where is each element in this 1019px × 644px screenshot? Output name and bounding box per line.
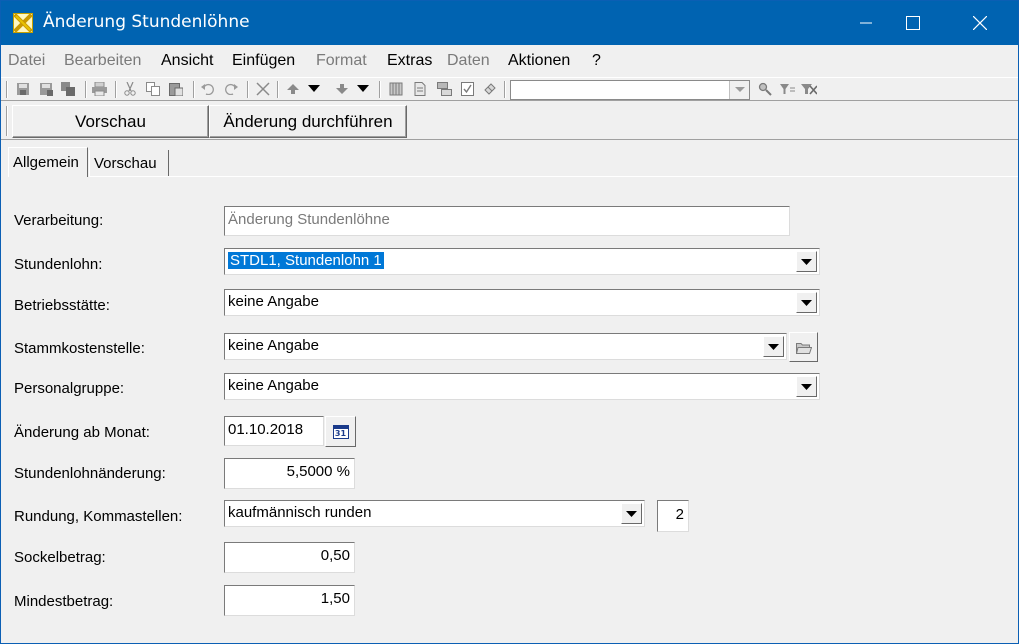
mindestbetrag-input[interactable]: 1,50 [224,585,355,616]
toolbar-separator [247,81,249,98]
paste-icon[interactable] [168,81,184,97]
chevron-down-icon[interactable] [763,336,784,357]
label-stundenlohn: Stundenlohn: [14,256,103,273]
close-button[interactable] [957,1,1003,45]
move-down-icon[interactable] [334,81,350,97]
label-betriebsstaette: Betriebsstätte: [14,297,110,314]
betriebsstaette-value: keine Angabe [228,293,319,310]
chevron-down-icon[interactable] [796,292,817,313]
rundung-select[interactable]: kaufmännisch runden [224,500,645,527]
label-stammkostenstelle: Stammkostenstelle: [14,340,145,357]
chevron-down-icon[interactable] [796,376,817,397]
delete-icon[interactable] [255,81,271,97]
stundenlohn-select[interactable]: STDL1, Stundenlohn 1 [224,248,820,275]
calendar-button[interactable]: 31 [325,416,356,447]
toolbar-grip [6,81,8,98]
personalgruppe-value: keine Angabe [228,377,319,394]
checklist-icon[interactable] [459,81,475,97]
label-mindestbetrag: Mindestbetrag: [14,593,114,610]
personalgruppe-select[interactable]: keine Angabe [224,373,820,400]
move-down-dropdown-icon[interactable] [355,81,371,97]
toolbar-separator [85,81,87,98]
label-aenderung-ab-monat: Änderung ab Monat: [14,424,150,441]
close-icon [973,16,987,30]
toolbar-separator [115,81,117,98]
filter-icon[interactable] [780,81,796,97]
app-x-icon [13,13,33,33]
stammkostenstelle-value: keine Angabe [228,337,319,354]
toolbar-separator [277,81,279,98]
menu-datei[interactable]: Datei [8,52,45,70]
calendar-icon-day: 31 [334,428,347,438]
minimize-button[interactable] [843,1,889,45]
undo-icon[interactable] [200,81,216,97]
tab-divider [89,176,1018,177]
toolbar-separator [504,81,506,98]
move-up-dropdown-icon[interactable] [306,81,322,97]
merge-icon[interactable] [436,81,452,97]
action-bar-grip [6,106,8,136]
label-sockelbetrag: Sockelbetrag: [14,549,106,566]
document-icon[interactable] [412,81,428,97]
calendar-icon: 31 [332,424,349,439]
clear-icon[interactable] [482,81,498,97]
save-all-icon[interactable] [60,81,76,97]
maximize-icon [906,16,920,30]
menu-aktionen[interactable]: Aktionen [508,52,570,70]
toolbar [1,77,1018,101]
open-folder-icon [795,342,812,354]
label-verarbeitung: Verarbeitung: [14,212,104,229]
menu-ansicht[interactable]: Ansicht [161,52,213,70]
label-rundung: Rundung, Kommastellen: [14,508,183,525]
search-icon[interactable] [757,81,773,97]
application-window: Änderung Stundenlöhne Datei Bearbeiten A… [0,0,1019,644]
verarbeitung-field[interactable]: Änderung Stundenlöhne [224,206,790,236]
menu-bar: Datei Bearbeiten Ansicht Einfügen Format… [1,47,1018,75]
title-bar[interactable]: Änderung Stundenlöhne [1,1,1018,45]
label-stundenlohnaenderung: Stundenlohnänderung: [14,465,166,482]
tab-strip: Allgemein Vorschau [1,146,1018,177]
tab-vorschau[interactable]: Vorschau [89,150,169,176]
copy-icon[interactable] [145,81,161,97]
stundenlohn-selected-value: STDL1, Stundenlohn 1 [227,251,385,270]
open-folder-button[interactable] [789,332,818,362]
chevron-down-icon[interactable] [796,251,817,272]
toolbar-separator [193,81,195,98]
save-as-icon[interactable] [38,81,54,97]
menu-help[interactable]: ? [592,52,601,70]
kommastellen-input[interactable]: 2 [657,500,689,532]
toolbar-search-combo[interactable] [510,80,750,100]
menu-extras[interactable]: Extras [387,52,432,70]
menu-format[interactable]: Format [316,52,367,70]
maximize-button[interactable] [890,1,936,45]
aenderung-ab-monat-input[interactable]: 01.10.2018 [224,416,324,446]
cut-icon[interactable] [122,81,138,97]
menu-daten[interactable]: Daten [447,52,490,70]
stundenlohnaenderung-input[interactable]: 5,5000 % [224,458,355,489]
rundung-value: kaufmännisch runden [228,504,372,521]
redo-icon[interactable] [223,81,239,97]
betriebsstaette-select[interactable]: keine Angabe [224,289,820,316]
stammkostenstelle-select[interactable]: keine Angabe [224,333,787,360]
print-icon[interactable] [91,81,107,97]
minimize-icon [860,22,872,24]
toolbar-separator [379,81,381,98]
preview-button[interactable]: Vorschau [12,105,209,138]
move-up-icon[interactable] [285,81,301,97]
window-title: Änderung Stundenlöhne [43,12,250,32]
label-personalgruppe: Personalgruppe: [14,380,125,397]
chevron-down-icon[interactable] [729,81,749,99]
insert-column-icon[interactable] [388,81,404,97]
save-icon[interactable] [15,81,31,97]
chevron-down-icon[interactable] [621,503,642,524]
menu-einfuegen[interactable]: Einfügen [232,52,295,70]
menu-bearbeiten[interactable]: Bearbeiten [64,52,141,70]
tab-allgemein[interactable]: Allgemein [8,147,88,177]
sockelbetrag-input[interactable]: 0,50 [224,542,355,573]
action-bar: Vorschau Änderung durchführen [1,102,1018,140]
apply-change-button[interactable]: Änderung durchführen [209,105,407,138]
remove-filter-icon[interactable] [801,81,817,97]
